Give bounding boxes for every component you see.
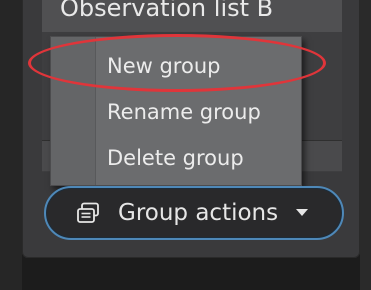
caret-down-icon — [296, 209, 308, 216]
group-actions-button[interactable]: Group actions — [44, 186, 344, 240]
menu-item-new-group[interactable]: New group — [96, 46, 300, 86]
right-edge — [360, 0, 371, 290]
menu-icon-gutter — [51, 37, 96, 185]
screen: Observation list B New group Rename grou… — [0, 0, 371, 290]
observation-list-item[interactable]: Observation list B — [42, 0, 342, 33]
stacked-windows-icon — [76, 202, 100, 224]
menu-item-rename-group[interactable]: Rename group — [96, 92, 300, 132]
menu-item-delete-group[interactable]: Delete group — [96, 138, 300, 178]
group-context-menu: New group Rename group Delete group — [50, 36, 302, 186]
observation-list-title: Observation list B — [60, 0, 274, 22]
group-actions-label: Group actions — [118, 200, 279, 226]
left-edge — [0, 0, 22, 290]
